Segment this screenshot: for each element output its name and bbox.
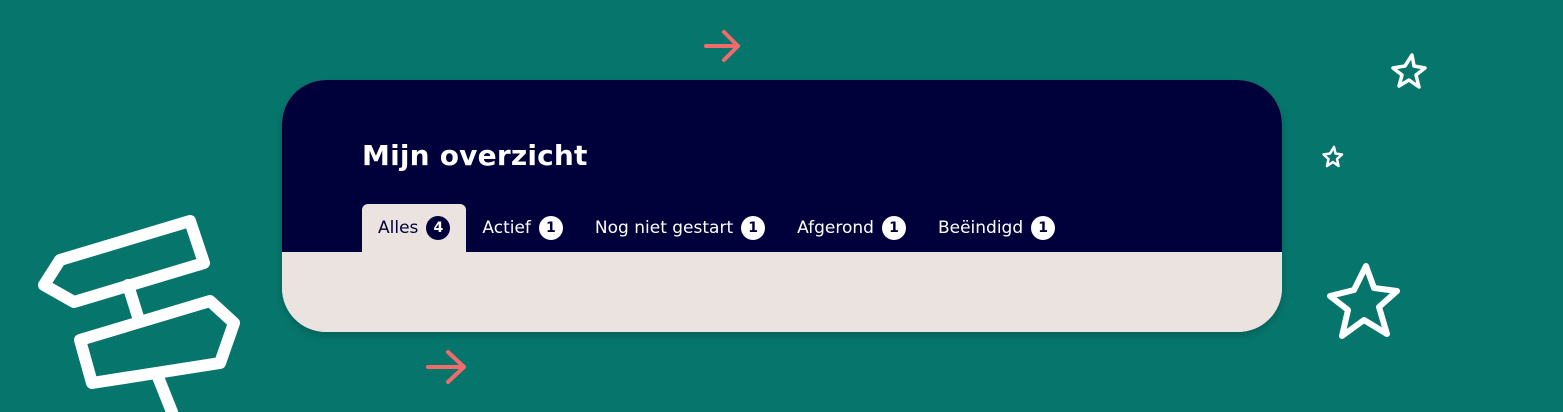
tab-actief[interactable]: Actief 1 (466, 204, 579, 252)
overview-card: Mijn overzicht Alles 4 Actief 1 Nog niet… (282, 80, 1282, 332)
star-icon (1322, 145, 1344, 168)
page: { "overview": { "title": "Mijn overzicht… (0, 0, 1563, 412)
tab-label: Actief (482, 218, 531, 238)
tab-label: Beëindigd (937, 218, 1024, 238)
tab-afgerond[interactable]: Afgerond 1 (781, 204, 922, 252)
tab-nog-niet-gestart[interactable]: Nog niet gestart 1 (579, 204, 781, 252)
tab-bar: Alles 4 Actief 1 Nog niet gestart 1 Afge… (362, 204, 1071, 252)
arrow-right-icon (704, 30, 740, 62)
count-badge: 1 (741, 216, 766, 240)
page-title: Mijn overzicht (362, 139, 588, 172)
tab-label: Alles (378, 218, 419, 238)
tab-alles[interactable]: Alles 4 (362, 204, 467, 252)
overview-header: Mijn overzicht Alles 4 Actief 1 Nog niet… (282, 80, 1282, 252)
star-icon (1391, 53, 1427, 89)
tab-panel (282, 252, 1282, 332)
count-badge: 1 (538, 216, 563, 240)
star-icon (1327, 263, 1400, 339)
count-badge: 1 (881, 216, 906, 240)
count-badge: 4 (426, 216, 451, 240)
arrow-right-icon (426, 350, 466, 384)
tab-label: Nog niet gestart (594, 218, 734, 238)
tab-label: Afgerond (797, 218, 874, 238)
signpost-icon (38, 215, 240, 412)
tab-beeindigd[interactable]: Beëindigd 1 (922, 204, 1071, 252)
count-badge: 1 (1031, 216, 1056, 240)
